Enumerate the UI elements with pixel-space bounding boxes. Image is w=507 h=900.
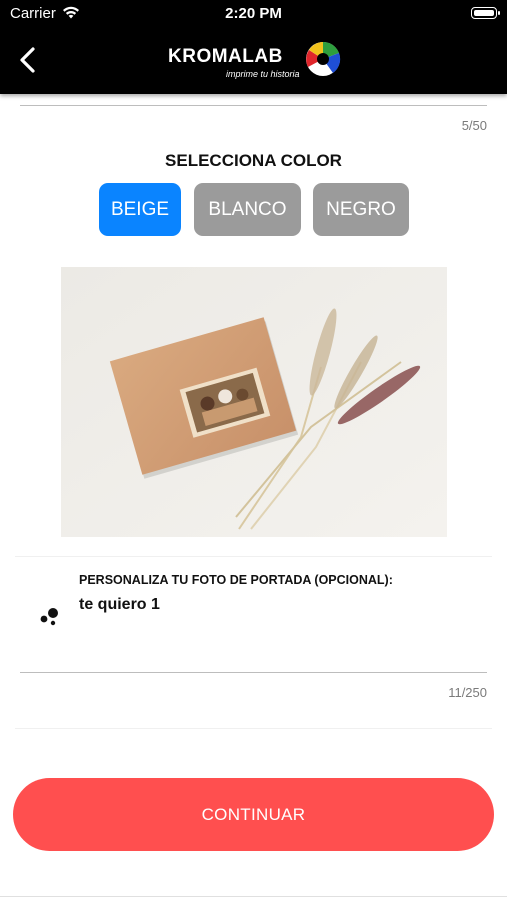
- section-divider: [15, 556, 492, 557]
- clock: 2:20 PM: [225, 5, 282, 22]
- logo-aperture-icon: [306, 41, 341, 76]
- cover-text-input[interactable]: te quiero 1: [79, 596, 160, 614]
- bottom-divider: [0, 896, 507, 897]
- color-option-negro[interactable]: NEGRO: [313, 183, 409, 236]
- continue-button[interactable]: CONTINUAR: [13, 778, 494, 851]
- color-option-blanco[interactable]: BLANCO: [194, 183, 301, 236]
- app-header: KROMALAB imprime tu historia: [0, 28, 507, 94]
- battery-icon: [471, 7, 500, 19]
- back-button[interactable]: [14, 42, 44, 78]
- character-counter: 5/50: [461, 118, 487, 133]
- chevron-left-icon: [20, 47, 35, 73]
- cover-text-label: PERSONALIZA TU FOTO DE PORTADA (OPCIONAL…: [79, 573, 393, 587]
- text-bubble-icon: [40, 608, 58, 626]
- color-option-beige[interactable]: BEIGE: [99, 183, 181, 236]
- logo-tagline: imprime tu historia: [226, 69, 300, 79]
- cover-text-underline: [20, 672, 487, 673]
- kromalab-logo: KROMALAB imprime tu historia: [168, 38, 344, 84]
- color-section-title: SELECCIONA COLOR: [165, 151, 342, 170]
- text-field-underline: [20, 105, 487, 106]
- cover-character-counter: 11/250: [448, 685, 487, 700]
- album-preview-image: [61, 267, 447, 537]
- status-bar: Carrier 2:20 PM: [0, 0, 507, 28]
- logo-text: KROMALAB: [168, 46, 283, 67]
- section-divider: [15, 728, 492, 729]
